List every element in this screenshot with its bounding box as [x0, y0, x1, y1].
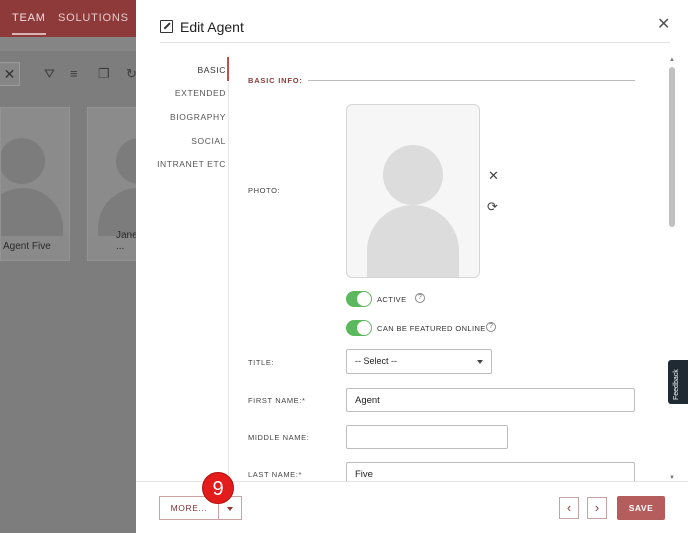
- close-icon[interactable]: ✕: [657, 14, 670, 34]
- save-button[interactable]: SAVE: [617, 496, 665, 520]
- nav-item-basic[interactable]: BASIC: [197, 65, 226, 75]
- title-select[interactable]: -- Select --: [346, 349, 492, 374]
- sort-icon[interactable]: ≡: [70, 66, 78, 81]
- next-button[interactable]: ›: [587, 497, 607, 519]
- agent-card-photo: [1, 108, 69, 236]
- clear-filter-button[interactable]: ✕: [0, 62, 20, 86]
- copy-icon[interactable]: ❐: [98, 66, 110, 82]
- tab-solutions[interactable]: SOLUTIONS: [58, 12, 129, 24]
- modal-footer: MORE... 9 ‹ › SAVE: [136, 472, 688, 533]
- tab-team[interactable]: TEAM: [12, 12, 46, 35]
- featured-online-label: CAN BE FEATURED ONLINE: [377, 324, 486, 333]
- last-name-input[interactable]: [346, 462, 635, 481]
- help-icon[interactable]: ?: [415, 293, 425, 303]
- form-content: BASIC INFO: PHOTO: ✕ ⟳ ACTIVE ? CAN BE F…: [230, 55, 666, 481]
- chevron-down-icon: [477, 360, 483, 364]
- help-icon[interactable]: ?: [486, 322, 496, 332]
- section-divider: [308, 80, 635, 81]
- edit-icon: [160, 20, 173, 33]
- rotate-photo-icon[interactable]: ⟳: [487, 199, 498, 215]
- featured-online-toggle[interactable]: [346, 320, 372, 336]
- scroll-up-icon[interactable]: ▲: [669, 57, 675, 63]
- nav-item-social[interactable]: SOCIAL: [191, 136, 226, 146]
- nav-item-biography[interactable]: BIOGRAPHY: [170, 112, 226, 122]
- nav-item-extended[interactable]: EXTENDED: [175, 88, 226, 98]
- title-label: TITLE:: [248, 358, 275, 367]
- nav-item-intranet-etc[interactable]: INTRANET ETC: [157, 159, 226, 169]
- photo-label: PHOTO:: [248, 186, 281, 195]
- title-select-value: -- Select --: [355, 356, 398, 366]
- first-name-label: FIRST NAME:*: [248, 396, 306, 405]
- last-name-label: LAST NAME:*: [248, 470, 302, 479]
- feedback-tab[interactable]: Feedback: [668, 360, 688, 404]
- modal-header: Edit Agent: [160, 18, 670, 43]
- middle-name-label: MIDDLE NAME:: [248, 433, 310, 442]
- active-toggle[interactable]: [346, 291, 372, 307]
- filter-icon[interactable]: ⛛: [44, 66, 55, 82]
- feedback-label: Feedback: [673, 369, 680, 400]
- nav-active-indicator: [227, 57, 229, 81]
- modal-title: Edit Agent: [180, 19, 244, 35]
- agent-card[interactable]: Agent Five: [0, 107, 70, 261]
- avatar-placeholder-head: [383, 145, 443, 205]
- nav-divider: [228, 55, 229, 481]
- step-badge: 9: [202, 472, 234, 504]
- previous-button[interactable]: ‹: [559, 497, 579, 519]
- form-scrollbar[interactable]: ▲ ▼: [666, 55, 678, 481]
- app-toolbar-strip: [0, 37, 136, 51]
- edit-agent-modal: Edit Agent ✕ BASIC EXTENDED BIOGRAPHY SO…: [136, 0, 688, 533]
- middle-name-input[interactable]: [346, 425, 508, 449]
- scroll-thumb[interactable]: [669, 67, 675, 227]
- avatar-placeholder-body: [367, 205, 459, 277]
- section-label: BASIC INFO:: [248, 76, 303, 85]
- active-toggle-label: ACTIVE: [377, 295, 407, 304]
- remove-photo-icon[interactable]: ✕: [488, 168, 499, 184]
- first-name-input[interactable]: [346, 388, 635, 412]
- agent-card-name: Agent Five: [3, 241, 51, 252]
- photo-upload-area[interactable]: [346, 104, 480, 278]
